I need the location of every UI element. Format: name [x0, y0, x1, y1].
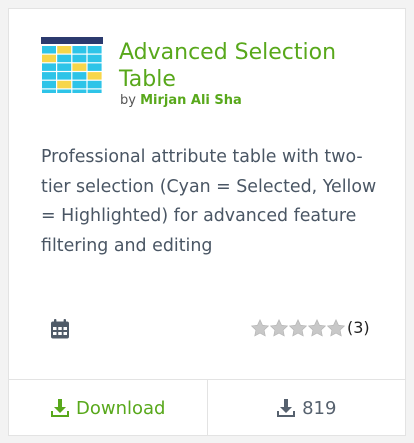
download-icon [51, 399, 69, 417]
rating-count: (3) [347, 318, 370, 337]
star-icon [326, 318, 346, 336]
plugin-description: Professional attribute table with two-ti… [41, 147, 377, 256]
downloads-count-value: 819 [302, 397, 337, 419]
table-grid-icon [41, 37, 103, 93]
star-icon [307, 318, 327, 336]
card-footer: Download 819 [9, 379, 405, 436]
download-count-icon [277, 399, 296, 417]
star-icon [250, 318, 270, 336]
download-button[interactable]: Download [9, 380, 208, 436]
plugin-card: Advanced Selection Table by Mirjan Ali S… [8, 8, 406, 436]
star-icon [269, 318, 289, 336]
rating: (3) [250, 318, 370, 337]
downloads-count: 819 [208, 380, 406, 436]
author-link[interactable]: Mirjan Ali Sha [140, 93, 242, 108]
download-label: Download [76, 397, 166, 419]
author-line: by Mirjan Ali Sha [120, 93, 242, 108]
author-prefix: by [120, 93, 136, 108]
rating-stars [250, 318, 346, 337]
plugin-title[interactable]: Advanced Selection Table [119, 39, 389, 93]
star-icon [288, 318, 308, 336]
calendar-icon [51, 319, 69, 339]
